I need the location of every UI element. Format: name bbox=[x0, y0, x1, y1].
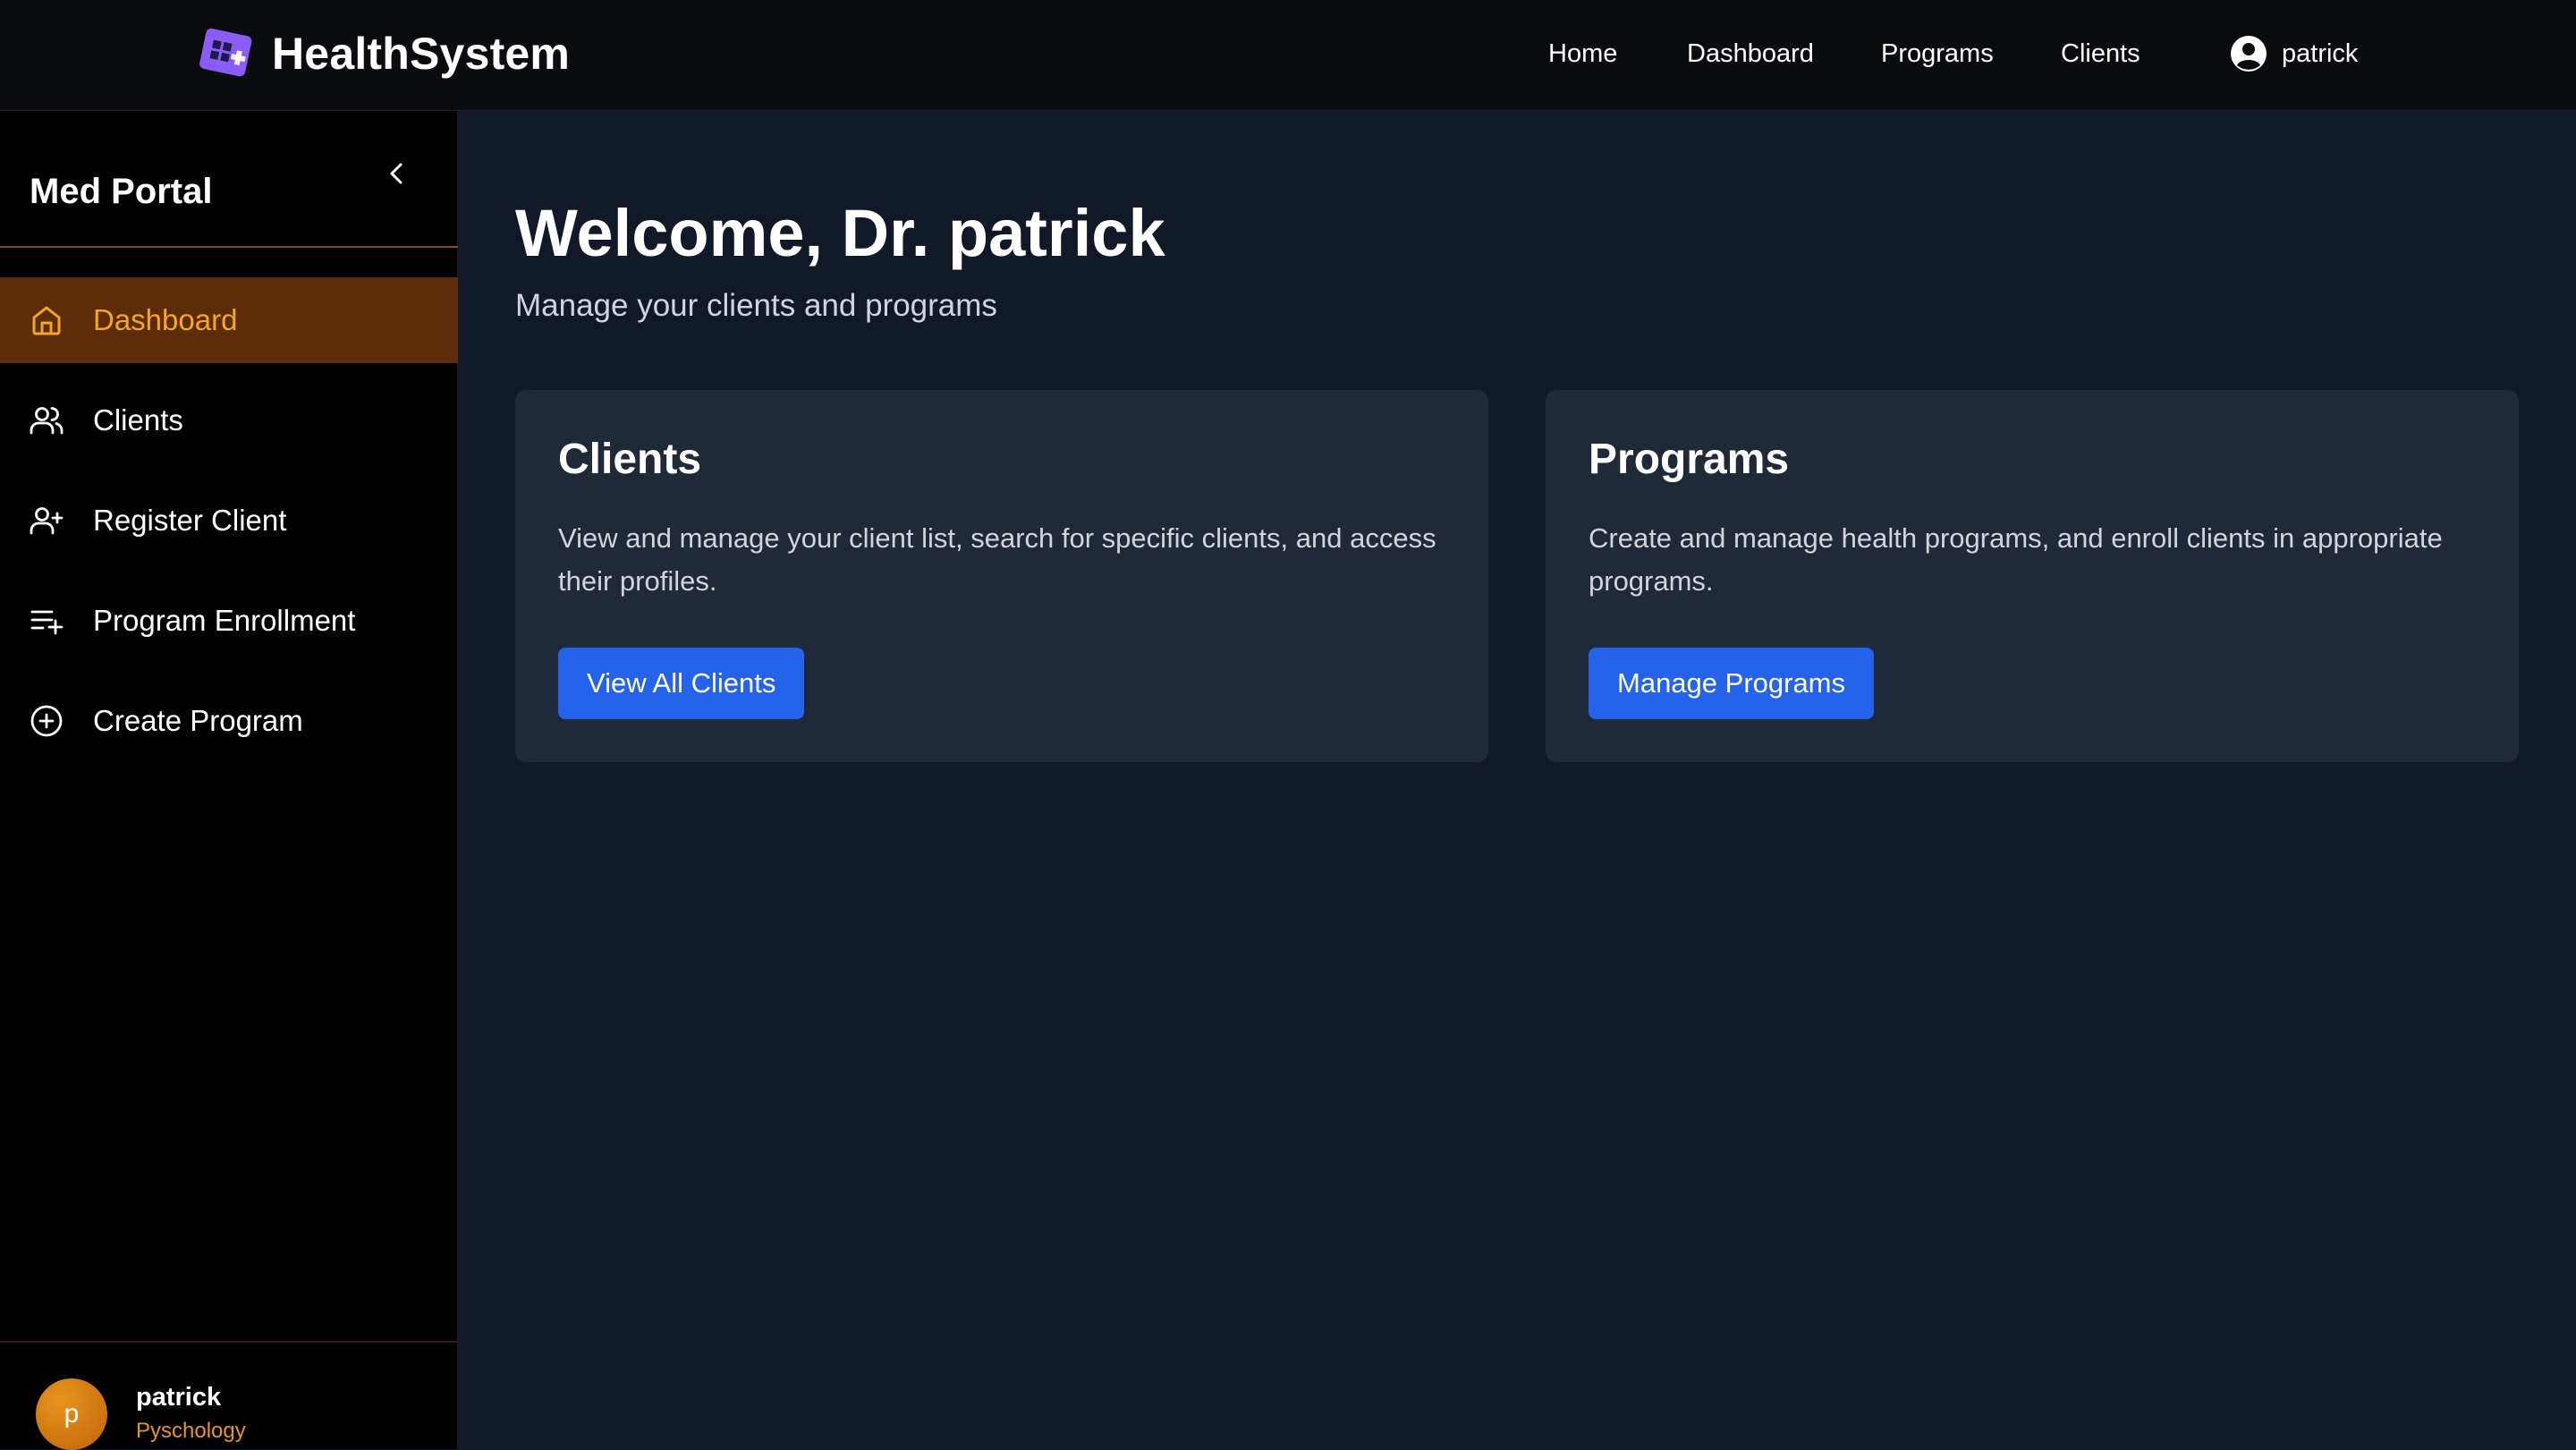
manage-programs-button[interactable]: Manage Programs bbox=[1589, 648, 1875, 719]
topnav-dashboard-link[interactable]: Dashboard bbox=[1687, 39, 1814, 69]
user-menu[interactable]: patrick bbox=[2230, 34, 2358, 73]
sidebar-item-label: Clients bbox=[93, 403, 183, 437]
user-menu-name: patrick bbox=[2282, 38, 2359, 68]
sidebar-item-create-program[interactable]: Create Program bbox=[0, 678, 458, 764]
chevron-left-icon[interactable] bbox=[381, 157, 413, 190]
sidebar-item-label: Register Client bbox=[93, 504, 287, 537]
sidebar-title: Med Portal bbox=[30, 172, 213, 211]
profile-name: patrick bbox=[136, 1383, 222, 1412]
sidebar-item-dashboard[interactable]: Dashboard bbox=[0, 277, 458, 363]
brand-name: HealthSystem bbox=[272, 29, 571, 79]
health-logo-icon bbox=[199, 28, 252, 77]
plus-circle-icon bbox=[30, 705, 63, 737]
card-description: Create and manage health programs, and e… bbox=[1589, 522, 2443, 597]
page-title: Welcome, Dr. patrick bbox=[515, 196, 1165, 270]
sidebar-user-profile[interactable]: p patrick Pyschology bbox=[0, 1341, 458, 1450]
card-description: View and manage your client list, search… bbox=[558, 522, 1436, 597]
sidebar-item-clients[interactable]: Clients bbox=[0, 377, 458, 463]
card-title: Clients bbox=[558, 436, 702, 483]
users-icon bbox=[30, 407, 64, 435]
top-navbar: HealthSystem Home Dashboard Programs Cli… bbox=[0, 0, 2576, 111]
home-icon bbox=[32, 306, 61, 335]
clients-card: Clients View and manage your client list… bbox=[515, 390, 1488, 762]
card-title: Programs bbox=[1589, 436, 1790, 483]
sidebar-item-program-enrollment[interactable]: Program Enrollment bbox=[0, 578, 458, 664]
sidebar: Med Portal Dashboard Clients Register Cl… bbox=[0, 111, 458, 1450]
user-circle-icon bbox=[2231, 36, 2267, 72]
sidebar-header: Med Portal bbox=[0, 111, 458, 248]
topnav-programs-link[interactable]: Programs bbox=[1881, 39, 1994, 69]
programs-card: Programs Create and manage health progra… bbox=[1546, 390, 2519, 762]
brand[interactable]: HealthSystem bbox=[195, 21, 570, 86]
avatar: p bbox=[36, 1378, 107, 1450]
profile-department: Pyschology bbox=[136, 1419, 246, 1443]
view-all-clients-button[interactable]: View All Clients bbox=[558, 648, 805, 719]
topnav-home-link[interactable]: Home bbox=[1548, 39, 1617, 69]
sidebar-item-register-client[interactable]: Register Client bbox=[0, 478, 458, 564]
user-plus-icon bbox=[30, 507, 64, 535]
sidebar-item-label: Dashboard bbox=[93, 303, 238, 336]
list-plus-icon bbox=[30, 610, 64, 635]
page-subtitle: Manage your clients and programs bbox=[515, 288, 997, 323]
sidebar-item-label: Create Program bbox=[93, 704, 303, 737]
topnav-clients-link[interactable]: Clients bbox=[2061, 39, 2140, 69]
sidebar-item-label: Program Enrollment bbox=[93, 604, 356, 637]
